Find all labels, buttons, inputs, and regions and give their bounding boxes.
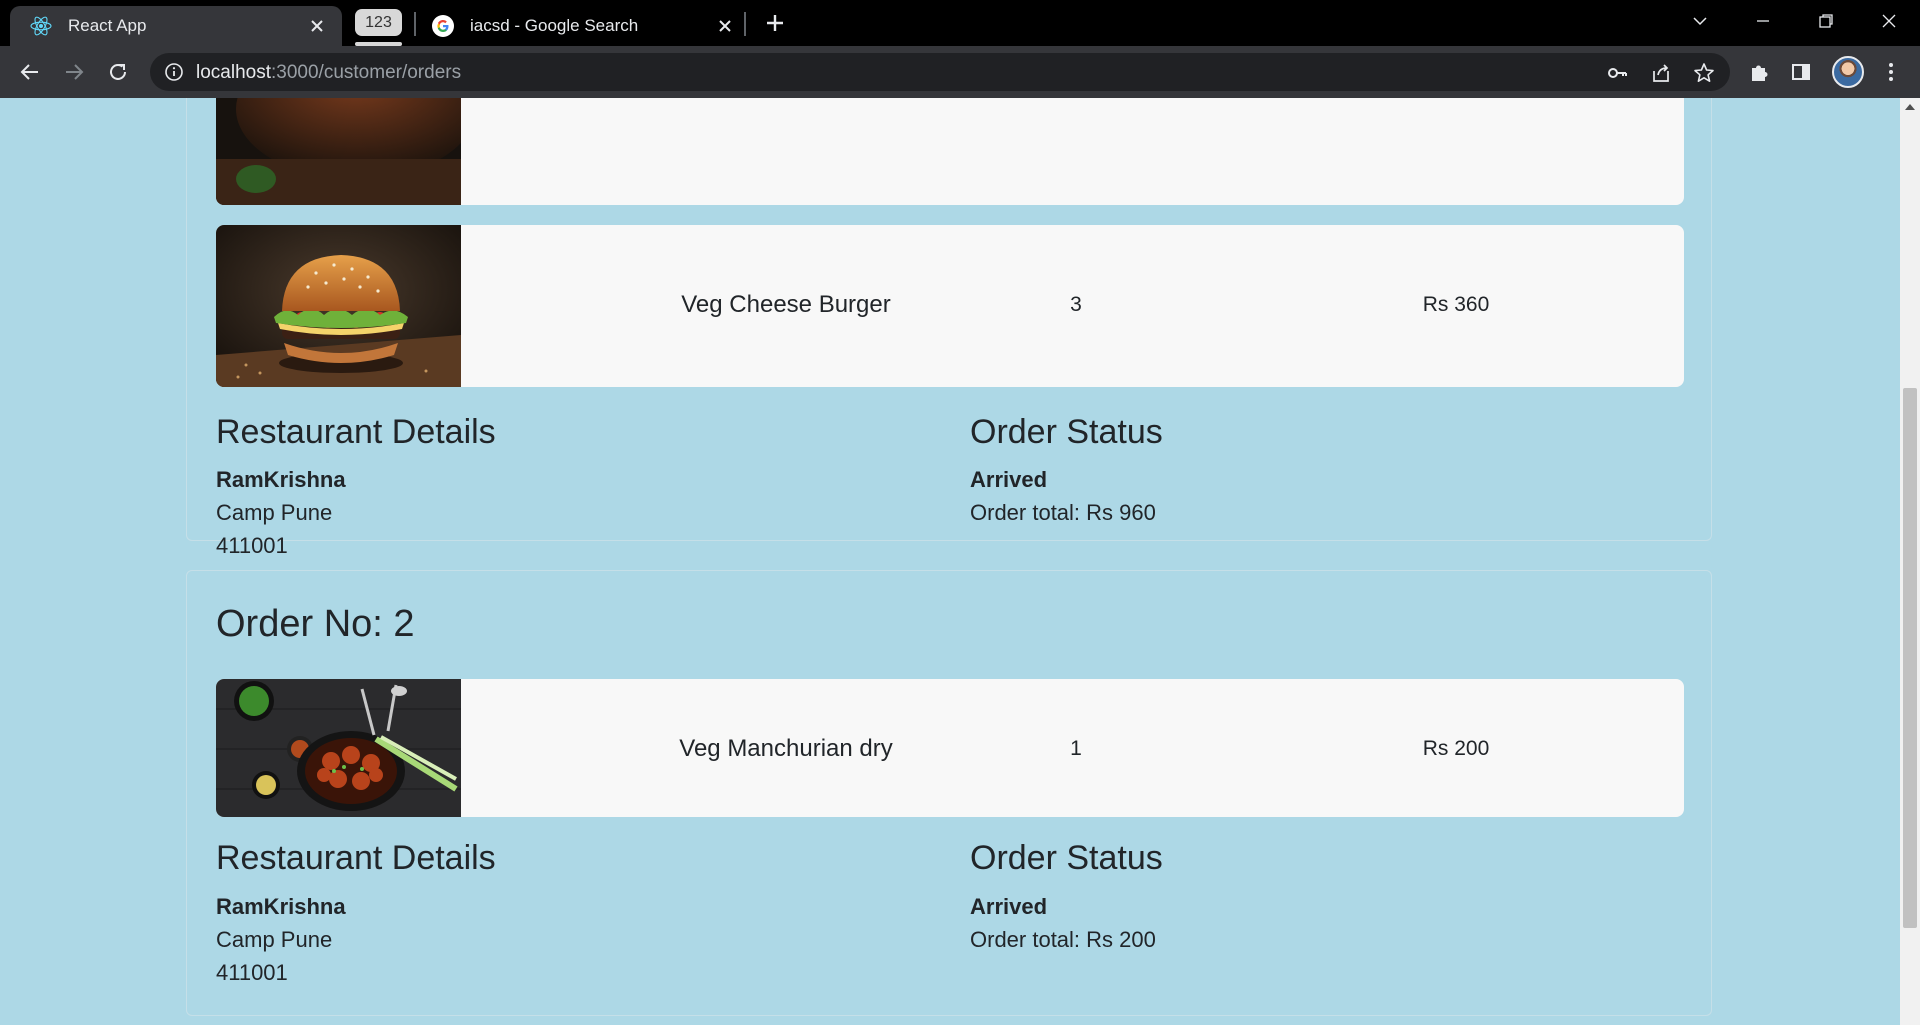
item-quantity: 3 — [1070, 293, 1082, 316]
tab-strip: React App 123 iacsd - Google Search — [0, 0, 1920, 46]
scrollbar-thumb[interactable] — [1903, 388, 1917, 928]
tab-group-chip[interactable]: 123 — [355, 9, 402, 36]
restaurant-details-heading: Restaurant Details — [216, 413, 496, 451]
url-text[interactable]: localhost:3000/customer/orders — [196, 62, 461, 84]
reload-icon[interactable] — [104, 58, 132, 86]
item-name: Veg Manchurian dry — [679, 735, 893, 762]
restaurant-address: Camp Pune — [216, 927, 333, 952]
address-bar[interactable]: localhost:3000/customer/orders — [150, 53, 1730, 91]
forward-arrow-icon[interactable] — [60, 58, 88, 86]
order-total: Order total: Rs 960 — [970, 500, 1156, 525]
restore-icon[interactable] — [1808, 6, 1844, 36]
extensions-puzzle-icon[interactable] — [1746, 59, 1772, 85]
restaurant-pincode: 411001 — [216, 533, 288, 558]
scroll-up-icon[interactable] — [1905, 104, 1915, 110]
burger-photo — [216, 225, 461, 387]
key-icon[interactable] — [1606, 62, 1628, 84]
page-viewport: Veg Cheese Burger 3 Rs 360 Restaurant De… — [0, 98, 1900, 1025]
tab-title: React App — [68, 16, 147, 35]
tab-title: iacsd - Google Search — [470, 16, 639, 35]
new-tab-icon[interactable] — [762, 10, 788, 36]
tab-separator — [744, 12, 746, 36]
restaurant-pincode: 411001 — [216, 960, 288, 985]
minimize-icon[interactable] — [1745, 6, 1781, 36]
order-status-heading: Order Status — [970, 839, 1163, 877]
item-quantity: 1 — [1070, 737, 1082, 760]
order-item-row: Veg Cheese Burger 3 Rs 360 — [216, 225, 1684, 387]
order-status-heading: Order Status — [970, 413, 1163, 451]
restaurant-name: RamKrishna — [216, 467, 346, 492]
order-number-title: Order No: 2 — [216, 603, 415, 645]
tab-search-chevron-icon[interactable] — [1682, 6, 1718, 36]
tab-google-search[interactable]: iacsd - Google Search — [420, 6, 750, 46]
browser-toolbar: localhost:3000/customer/orders — [0, 46, 1920, 98]
order-card: Veg Cheese Burger 3 Rs 360 Restaurant De… — [186, 98, 1712, 558]
order-item-row — [216, 98, 1684, 205]
profile-avatar[interactable] — [1832, 56, 1864, 88]
order-status-value: Arrived — [970, 894, 1048, 919]
order-status-value: Arrived — [970, 467, 1048, 492]
bookmark-star-icon[interactable] — [1693, 62, 1715, 84]
side-panel-icon[interactable] — [1788, 59, 1814, 85]
restaurant-address: Camp Pune — [216, 500, 333, 525]
close-window-icon[interactable] — [1871, 6, 1907, 36]
tab-react-app[interactable]: React App — [10, 6, 342, 46]
close-tab-icon[interactable] — [306, 15, 328, 37]
vertical-scrollbar[interactable] — [1900, 98, 1920, 1025]
google-logo-icon — [432, 15, 454, 37]
site-info-icon[interactable] — [164, 62, 184, 82]
menu-kebab-icon[interactable] — [1878, 59, 1904, 85]
react-logo-icon — [30, 15, 52, 37]
item-price: Rs 200 — [1422, 737, 1490, 760]
order-card: Order No: 2 Veg Manchurian dry 1 Rs 200 … — [186, 570, 1712, 1016]
back-arrow-icon[interactable] — [16, 58, 44, 86]
close-tab-icon[interactable] — [714, 15, 736, 37]
share-icon[interactable] — [1650, 62, 1672, 84]
order-item-row: Veg Manchurian dry 1 Rs 200 — [216, 679, 1684, 817]
tab-separator — [414, 12, 416, 36]
restaurant-name: RamKrishna — [216, 894, 346, 919]
item-price: Rs 360 — [1422, 293, 1490, 316]
restaurant-details-heading: Restaurant Details — [216, 839, 496, 877]
manchurian-photo — [216, 679, 461, 817]
item-name: Veg Cheese Burger — [681, 291, 891, 318]
pizza-photo — [216, 98, 461, 205]
order-total: Order total: Rs 200 — [970, 927, 1156, 952]
